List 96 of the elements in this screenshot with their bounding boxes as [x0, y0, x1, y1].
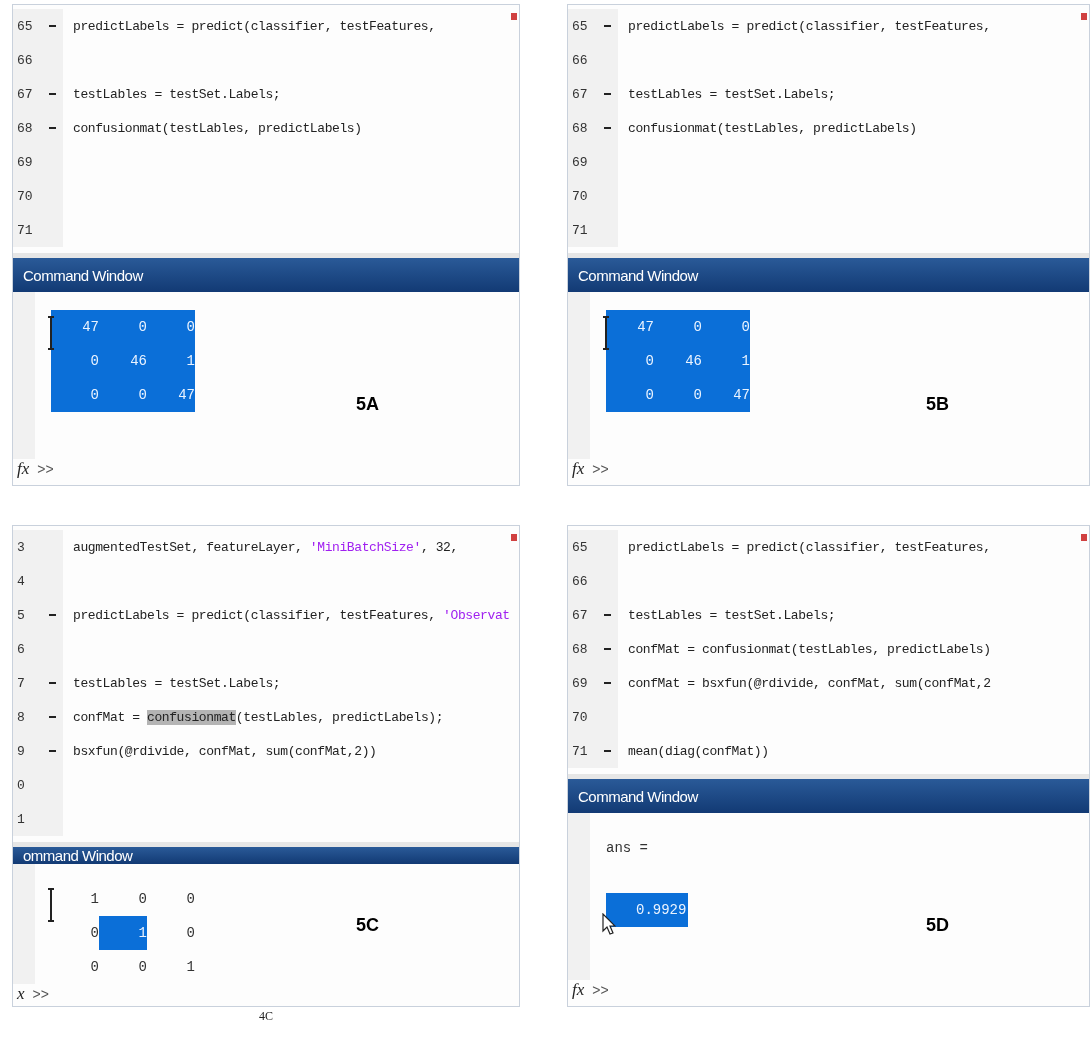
code-line: testLables = testSet.Labels; — [72, 85, 282, 104]
code-line: predictLabels = predict(classifier, testFeatures, — [627, 17, 992, 36]
code-line: augmentedTestSet, featureLayer, 'MiniBatchSize', 32, — [72, 538, 459, 557]
command-prompt: >> — [32, 986, 49, 1002]
output-value: 47 — [606, 310, 654, 344]
line-number: 0 — [13, 768, 41, 802]
output-value: 0 — [185, 890, 195, 909]
code-line: predictLabels = predict(classifier, testFeatures, — [72, 17, 437, 36]
function-browser-button[interactable]: x — [17, 984, 25, 1004]
output-value: 46 — [654, 344, 702, 378]
line-number: 68 — [13, 111, 41, 145]
line-number: 66 — [568, 564, 596, 598]
output-value: 0 — [654, 378, 702, 412]
line-number: 67 — [13, 77, 41, 111]
line-number: 70 — [568, 179, 596, 213]
output-value: 1 — [185, 958, 195, 977]
output-value: 47 — [702, 378, 750, 412]
output-value: 1 — [147, 344, 195, 378]
line-number: 70 — [568, 700, 596, 734]
output-value: 1 — [99, 916, 147, 950]
text-cursor-icon — [47, 888, 55, 922]
panel-label: 5C — [356, 915, 379, 936]
output-value: 0 — [606, 378, 654, 412]
code-line: bsxfun(@rdivide, confMat, sum(confMat,2)) — [72, 742, 378, 761]
line-number: 67 — [568, 77, 596, 111]
output-value: 47 — [147, 378, 195, 412]
command-prompt: >> — [592, 461, 609, 477]
output-value: 1 — [702, 344, 750, 378]
output-value: 0 — [137, 958, 147, 977]
command-prompt: >> — [592, 982, 609, 998]
function-browser-button[interactable]: fx — [572, 980, 585, 1000]
function-browser-button[interactable]: fx — [17, 459, 30, 479]
line-number: 65 — [568, 9, 596, 43]
panel-label: 5B — [926, 394, 949, 415]
output-value: 46 — [99, 344, 147, 378]
output-value: 0 — [51, 344, 99, 378]
output-value: 0 — [654, 310, 702, 344]
code-line: confusionmat(testLables, predictLabels) — [72, 119, 363, 138]
line-number: 4 — [13, 564, 41, 598]
output-value: 0 — [702, 310, 750, 344]
output-value: 0 — [147, 310, 195, 344]
line-number: 71 — [13, 213, 41, 247]
line-number: 69 — [568, 666, 596, 700]
function-browser-button[interactable]: fx — [572, 459, 585, 479]
line-number: 71 — [568, 734, 596, 768]
panel-label: 5D — [926, 915, 949, 936]
code-line: predictLabels = predict(classifier, testFeatures, — [627, 538, 992, 557]
line-number: 6 — [13, 632, 41, 666]
line-number: 66 — [568, 43, 596, 77]
output-value: 0 — [137, 890, 147, 909]
output-value: 0 — [99, 310, 147, 344]
code-line: testLables = testSet.Labels; — [627, 606, 837, 625]
line-number: 3 — [13, 530, 41, 564]
line-number: 65 — [568, 530, 596, 564]
code-line: confMat = confusionmat(testLables, predictLabels) — [627, 640, 992, 659]
code-line: confusionmat(testLables, predictLabels) — [627, 119, 918, 138]
output-value: 0 — [185, 924, 195, 943]
code-line: confMat = confusionmat(testLables, predictLabels); — [72, 708, 445, 727]
line-number: 69 — [568, 145, 596, 179]
line-number: 8 — [13, 700, 41, 734]
output-value: 0 — [51, 378, 99, 412]
output-value: 0.9929 — [606, 893, 689, 927]
output-value: 0 — [89, 958, 99, 977]
line-number: 7 — [13, 666, 41, 700]
line-number: 71 — [568, 213, 596, 247]
panel-label: 5A — [356, 394, 379, 415]
command-window-title: ommand Window — [13, 847, 519, 864]
code-line: predictLabels = predict(classifier, testFeatures, 'Observat — [72, 606, 511, 625]
command-prompt: >> — [37, 461, 54, 477]
output-value: 0 — [89, 924, 99, 943]
line-number: 5 — [13, 598, 41, 632]
output-value: 0 — [99, 378, 147, 412]
pointer-cursor-icon — [602, 913, 616, 935]
line-number: 1 — [13, 802, 41, 836]
line-number: 9 — [13, 734, 41, 768]
caption: 4C — [259, 1009, 273, 1024]
output-value: 1 — [89, 890, 99, 909]
line-number: 65 — [13, 9, 41, 43]
code-line: confMat = bsxfun(@rdivide, confMat, sum(confMat,2 — [627, 674, 992, 693]
line-number: 69 — [13, 145, 41, 179]
output-value: 47 — [51, 310, 99, 344]
line-number: 70 — [13, 179, 41, 213]
command-window-title: Command Window — [568, 779, 1089, 813]
text-cursor-icon — [47, 316, 55, 350]
line-number: 68 — [568, 111, 596, 145]
code-line: testLables = testSet.Labels; — [627, 85, 837, 104]
command-window-title: Command Window — [568, 258, 1089, 292]
line-number: 67 — [568, 598, 596, 632]
output-value: ans = — [606, 839, 648, 858]
text-cursor-icon — [602, 316, 610, 350]
code-line: mean(diag(confMat)) — [627, 742, 770, 761]
command-window-title: Command Window — [13, 258, 519, 292]
code-line: testLables = testSet.Labels; — [72, 674, 282, 693]
line-number: 66 — [13, 43, 41, 77]
line-number: 68 — [568, 632, 596, 666]
output-value: 0 — [606, 344, 654, 378]
